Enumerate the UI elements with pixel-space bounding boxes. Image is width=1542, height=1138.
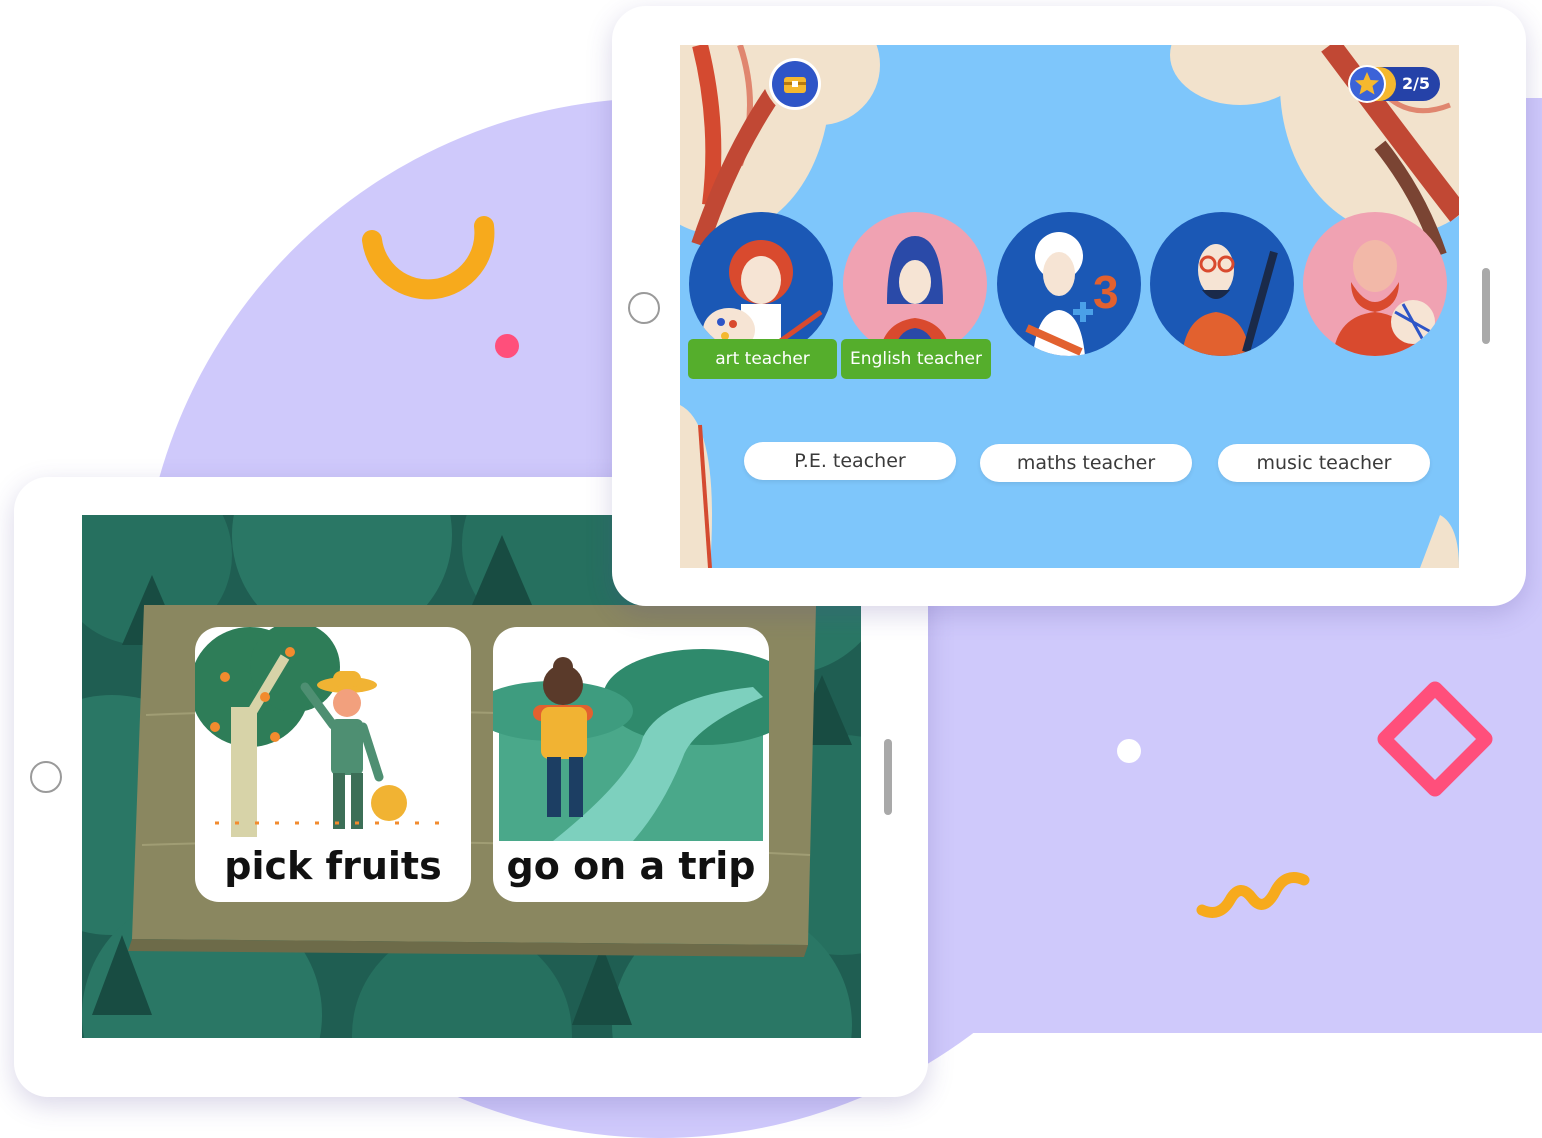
avatar-art-teacher xyxy=(689,212,833,356)
answer-option-music-teacher[interactable]: music teacher xyxy=(1218,444,1430,482)
pink-dot-shape xyxy=(495,334,519,358)
answer-option-maths-teacher[interactable]: maths teacher xyxy=(980,444,1192,482)
avatar-music-teacher xyxy=(1150,212,1294,356)
progress-counter: 2/5 xyxy=(1350,67,1440,101)
svg-text:3: 3 xyxy=(1093,266,1119,318)
choice-card[interactable]: go on a trip xyxy=(493,627,769,902)
avatar-english-teacher xyxy=(843,212,987,356)
matched-label-art-teacher: art teacher xyxy=(688,339,837,379)
white-dot-shape xyxy=(1117,739,1141,763)
avatar-maths-teacher: 3 xyxy=(997,212,1141,356)
home-button[interactable] xyxy=(628,292,660,324)
treasure-chest-icon[interactable] xyxy=(772,61,818,107)
yellow-squiggle-shape xyxy=(1196,872,1310,918)
answer-option-pe-teacher[interactable]: P.E. teacher xyxy=(744,442,956,480)
home-button[interactable] xyxy=(30,761,62,793)
avatar-pe-teacher xyxy=(1303,212,1447,356)
card-label: pick fruits xyxy=(224,844,442,888)
progress-text: 2/5 xyxy=(1401,74,1431,93)
activity-screen-top: 2/5 3 art teacher English teacher P.E. t… xyxy=(680,45,1459,568)
side-button[interactable] xyxy=(884,739,892,815)
matched-label-english-teacher: English teacher xyxy=(841,339,991,379)
card-label: go on a trip xyxy=(506,844,756,888)
choice-card[interactable]: pick fruits xyxy=(195,627,471,902)
yellow-arc-shape xyxy=(362,216,495,300)
side-button[interactable] xyxy=(1482,268,1490,344)
star-icon xyxy=(1350,67,1384,101)
